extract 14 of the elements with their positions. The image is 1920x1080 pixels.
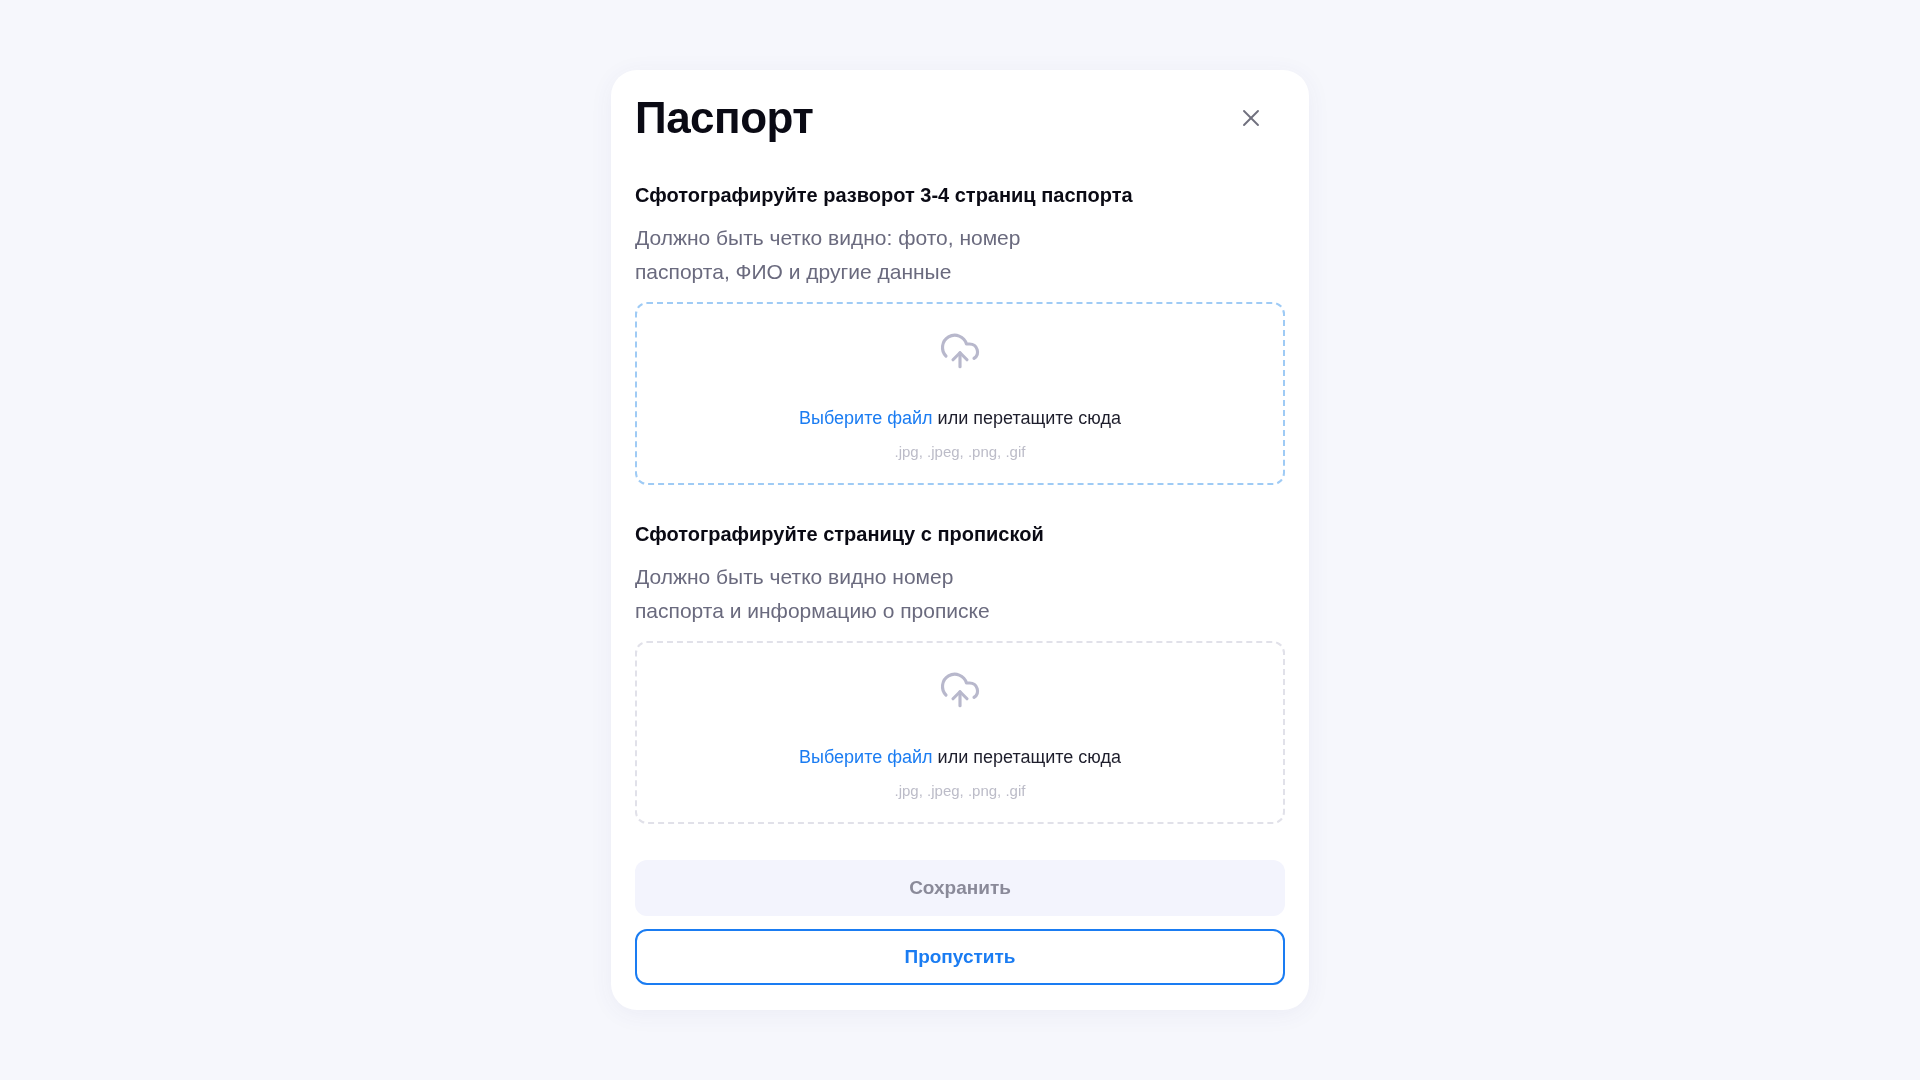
upload-prompt: Выберите файл или перетащите сюда [799,746,1121,769]
allowed-formats: .jpg, .jpeg, .png, .gif [894,781,1026,801]
choose-file-link[interactable]: Выберите файл [799,408,933,428]
section-heading: Сфотографируйте разворот 3-4 страниц паспорта [635,183,1134,207]
file-drop-zone[interactable]: Выберите файл или перетащите сюда .jpg, .jpeg, .png, .gif [635,641,1285,824]
skip-button[interactable]: Пропустить [635,929,1285,985]
file-drop-zone[interactable]: Выберите файл или перетащите сюда .jpg, .jpeg, .png, .gif [635,302,1285,485]
section-description: Должно быть четко видно номер паспорта и информацию о прописке [635,564,991,624]
dialog-title: Паспорт [635,92,814,144]
section-heading: Сфотографируйте страницу с пропиской [635,522,1045,546]
section-description: Должно быть четко видно: фото, номер паспорта, ФИО и другие данные [635,225,1022,285]
allowed-formats: .jpg, .jpeg, .png, .gif [894,442,1026,462]
choose-file-link[interactable]: Выберите файл [799,747,933,767]
upload-prompt: Выберите файл или перетащите сюда [799,407,1121,430]
